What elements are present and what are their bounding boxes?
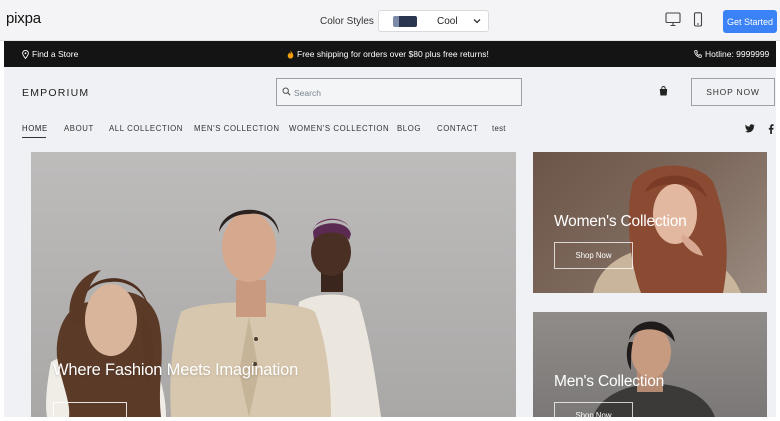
womens-shop-now-button[interactable]: Shop Now [554,242,633,269]
color-style-select[interactable]: Cool [378,10,489,32]
phone-icon [694,50,702,58]
chevron-down-icon [473,19,481,24]
mobile-view-icon[interactable] [693,12,703,27]
twitter-icon[interactable] [745,124,755,133]
site-header: EMPORIUM Search SHOP NOW [4,67,776,119]
nav-item-test[interactable]: test [492,124,506,133]
nav-active-underline [22,137,46,138]
nav-item-mens-collection[interactable]: MEN'S COLLECTION [194,124,280,133]
nav-item-womens-collection[interactable]: WOMEN'S COLLECTION [289,124,389,133]
search-icon [282,87,291,96]
desktop-view-icon[interactable] [665,12,681,27]
nav-item-blog[interactable]: BLOG [397,124,421,133]
color-style-value: Cool [437,16,458,27]
pixpa-logo[interactable]: pixpa [6,10,41,27]
announcement-bar: Find a Store Free shipping for orders ov… [4,41,776,67]
shop-now-button[interactable]: SHOP NOW [691,78,775,106]
womens-collection-card[interactable]: Women's Collection Shop Now [533,152,767,293]
find-store-link[interactable]: Find a Store [22,49,78,59]
builder-toolbar: pixpa Color Styles Cool Get Started [0,0,780,41]
hero-shop-button[interactable] [53,402,127,417]
map-pin-icon [22,49,29,59]
site-preview: Find a Store Free shipping for orders ov… [4,41,776,417]
nav-item-all-collection[interactable]: ALL COLLECTION [109,124,183,133]
find-store-label: Find a Store [32,49,79,59]
hero-banner[interactable]: Where Fashion Meets Imagination [31,152,516,417]
get-started-button[interactable]: Get Started [723,10,777,33]
nav-item-contact[interactable]: CONTACT [437,124,478,133]
search-input[interactable]: Search [276,78,522,106]
shipping-notice: Free shipping for orders over $80 plus f… [287,49,489,59]
nav-item-about[interactable]: ABOUT [64,124,94,133]
fire-icon [287,50,294,59]
hero-title: Where Fashion Meets Imagination [53,361,299,379]
hotline-link[interactable]: Hotline: 9999999 [694,49,769,59]
color-styles-label: Color Styles [320,16,374,27]
facebook-icon[interactable] [768,124,774,134]
nav-item-home[interactable]: HOME [22,124,48,133]
brand-logo[interactable]: EMPORIUM [22,87,89,99]
color-swatch [393,16,417,27]
search-placeholder: Search [294,88,321,98]
mens-collection-title: Men's Collection [554,373,665,390]
shopping-bag-icon[interactable] [659,86,668,96]
hotline-text: Hotline: 9999999 [705,49,770,59]
main-navigation: HOME ABOUT ALL COLLECTION MEN'S COLLECTI… [4,119,776,141]
womens-collection-title: Women's Collection [554,213,687,230]
shipping-text: Free shipping for orders over $80 plus f… [297,49,489,59]
mens-shop-now-button[interactable]: Shop Now [554,402,633,417]
mens-collection-card[interactable]: Men's Collection Shop Now [533,312,767,417]
